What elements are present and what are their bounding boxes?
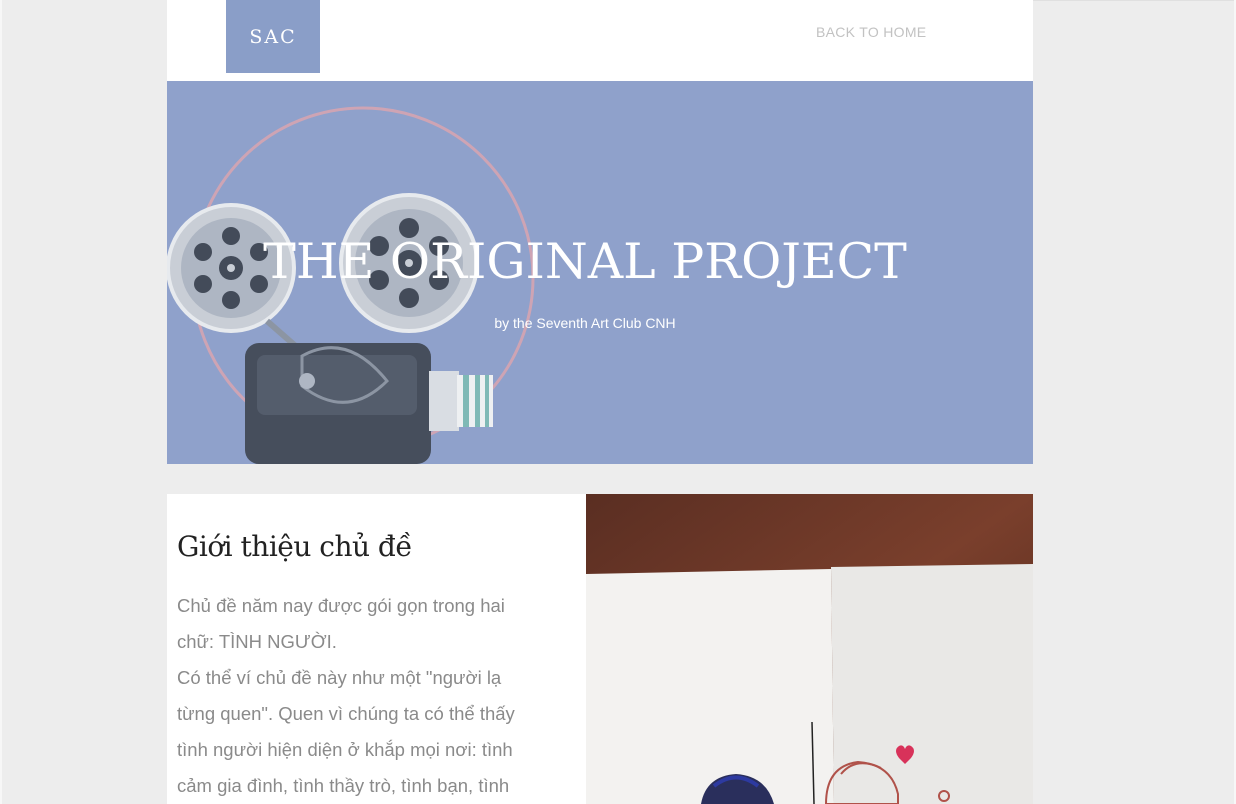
site-header: SAC BACK TO HOME xyxy=(167,0,1033,81)
hero-banner: THE ORIGINAL PROJECT by the Seventh Art … xyxy=(167,81,1033,464)
intro-photo xyxy=(586,494,1033,804)
top-border xyxy=(1033,0,1234,1)
intro-section: Giới thiệu chủ đề Chủ đề năm nay được gó… xyxy=(167,494,586,804)
projector-body-icon xyxy=(245,343,493,464)
intro-title: Giới thiệu chủ đề xyxy=(177,530,413,563)
hero-subtitle: by the Seventh Art Club CNH xyxy=(494,315,676,331)
back-to-home-link[interactable]: BACK TO HOME xyxy=(816,24,926,42)
intro-line: chữ: TÌNH NGƯỜI. xyxy=(177,631,337,652)
intro-line: cảm gia đình, tình thầy trò, tình bạn, t… xyxy=(177,775,510,796)
page-container: SAC BACK TO HOME THE ORIGINAL PROJECT by… xyxy=(167,0,1033,804)
hero-title: THE ORIGINAL PROJECT xyxy=(263,233,907,290)
site-logo[interactable]: SAC xyxy=(226,0,320,73)
intro-line: tình người hiện diện ở khắp mọi nơi: tìn… xyxy=(177,739,513,760)
intro-line: Chủ đề năm nay được gói gọn trong hai xyxy=(177,595,505,616)
drawing-photo xyxy=(586,494,1033,804)
intro-line: từng quen". Quen vì chúng ta có thể thấy xyxy=(177,703,515,724)
intro-line: Có thể ví chủ đề này như một "người lạ xyxy=(177,667,502,688)
intro-body: Chủ đề năm nay được gói gọn trong hai ch… xyxy=(177,588,547,804)
